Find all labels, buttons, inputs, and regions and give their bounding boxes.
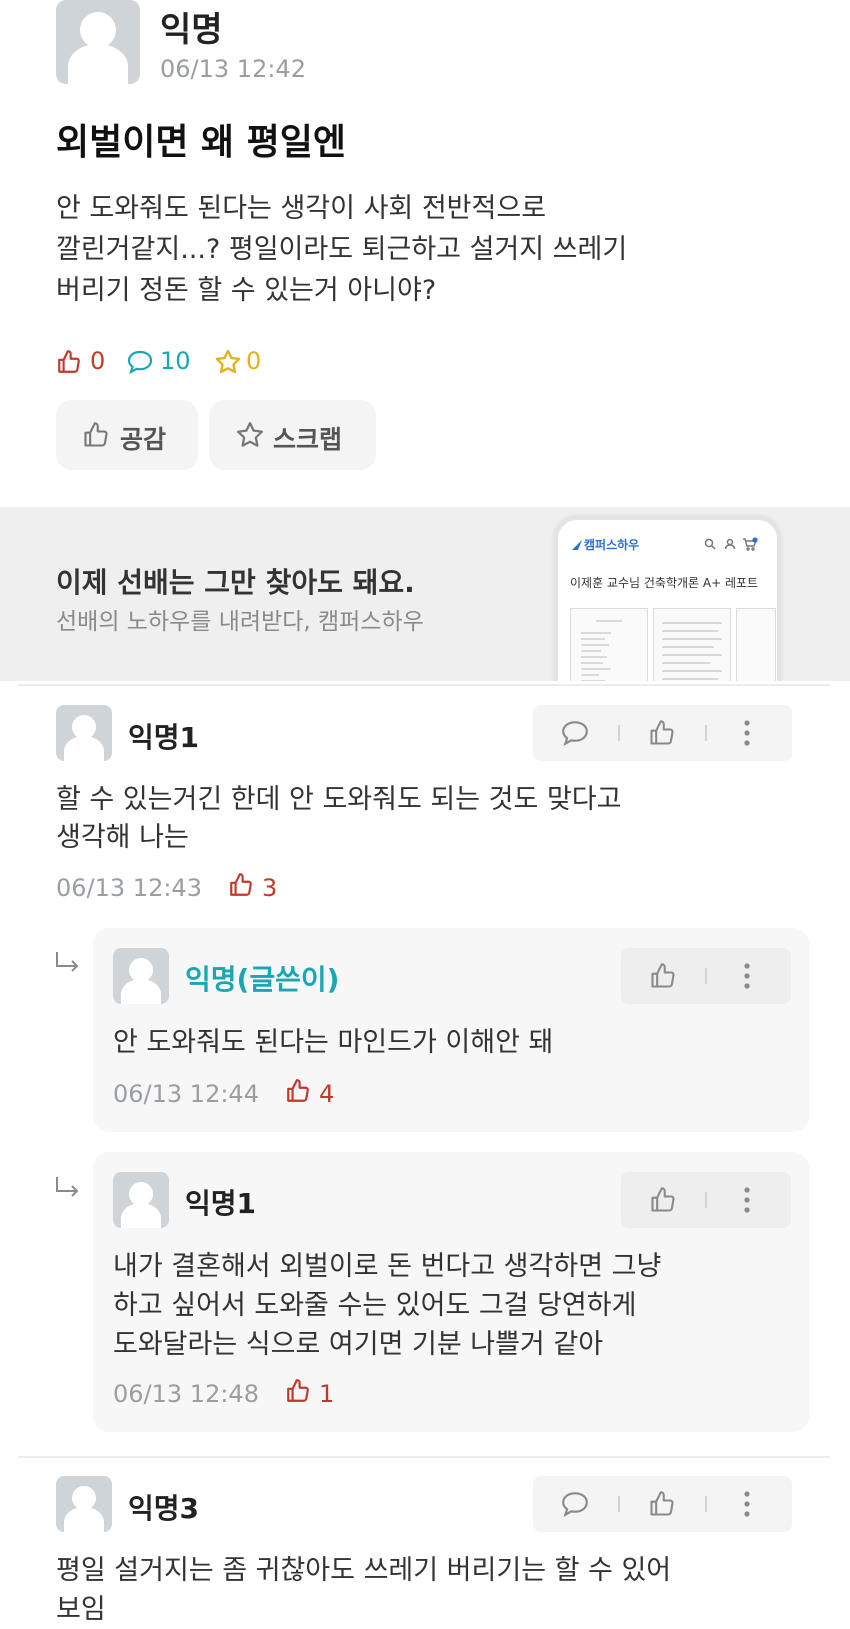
more-options-button[interactable] bbox=[743, 1490, 751, 1518]
ad-subline: 선배의 노하우를 내려받다, 캠퍼스하우 bbox=[56, 609, 424, 635]
more-vertical-icon bbox=[744, 1491, 750, 1517]
comment-text-line: 하고 싶어서 도와줄 수는 있어도 그걸 당연하게 bbox=[113, 1290, 637, 1321]
reply-card: 익명1 내가 결혼해서 외벌이로 돈 번다고 생각하면 그냥 하고 싶어서 도와… bbox=[93, 1152, 809, 1432]
more-vertical-icon bbox=[744, 963, 750, 989]
post-comment-count: 10 bbox=[160, 347, 191, 375]
post-time: 06/13 12:42 bbox=[160, 55, 306, 83]
section-divider bbox=[18, 1456, 830, 1458]
app-logo-icon bbox=[570, 538, 584, 552]
comment-like-button[interactable] bbox=[648, 719, 676, 747]
comment-icon bbox=[126, 350, 154, 374]
scrap-button[interactable]: 스크랩 bbox=[209, 400, 376, 470]
comment-icon bbox=[562, 721, 588, 746]
comment-time: 06/13 12:43 bbox=[56, 874, 202, 902]
comment-author: 익명1 bbox=[128, 721, 200, 754]
user-icon bbox=[724, 538, 736, 550]
thumbs-up-icon bbox=[228, 872, 254, 898]
comment-like-count: 3 bbox=[262, 874, 278, 902]
comment-avatar bbox=[113, 948, 169, 1004]
comment-avatar bbox=[56, 705, 112, 761]
comment-text-line: 도와달라는 식으로 여기면 기분 나쁠거 같아 bbox=[113, 1329, 604, 1360]
scrap-button-label: 스크랩 bbox=[273, 425, 343, 454]
post-author-avatar bbox=[56, 0, 140, 84]
comment-like-button[interactable] bbox=[648, 1490, 676, 1518]
section-divider bbox=[18, 684, 830, 686]
comment-action-bar bbox=[621, 1172, 791, 1228]
comment-author: 익명1 bbox=[185, 1187, 257, 1220]
thumbs-up-icon bbox=[285, 1078, 311, 1104]
doc-thumbnail bbox=[570, 608, 648, 681]
thumbs-up-icon bbox=[285, 1378, 311, 1404]
comment-like-button[interactable] bbox=[649, 962, 677, 990]
thumbs-up-icon bbox=[82, 421, 110, 449]
comment-action-bar bbox=[533, 705, 792, 761]
reply-arrow-icon bbox=[54, 1175, 82, 1201]
reply-button[interactable] bbox=[560, 720, 590, 746]
search-icon bbox=[704, 538, 716, 550]
thumbs-up-icon bbox=[650, 1491, 674, 1516]
comment-like-count: 4 bbox=[319, 1080, 335, 1108]
post-stats: 0 10 0 bbox=[56, 347, 336, 379]
ad-phone-mockup: 캠퍼스하우 이제훈 교수님 건축학개론 A+ 레포트 bbox=[555, 517, 780, 681]
comment-text-line: 평일 설거지는 좀 귀찮아도 쓰레기 버리기는 할 수 있어 bbox=[56, 1555, 672, 1586]
reply-arrow-icon bbox=[54, 950, 82, 976]
like-button-label: 공감 bbox=[120, 425, 167, 454]
comment-action-bar bbox=[621, 948, 791, 1004]
comment-icon bbox=[562, 1492, 588, 1517]
more-vertical-icon bbox=[744, 1187, 750, 1213]
post-author-name: 익명 bbox=[160, 10, 223, 50]
more-options-button[interactable] bbox=[743, 1186, 751, 1214]
comment-like-button[interactable] bbox=[649, 1186, 677, 1214]
comment-text-line: 보임 bbox=[56, 1594, 106, 1625]
star-icon bbox=[235, 420, 265, 450]
cart-icon bbox=[742, 537, 758, 551]
thumbs-up-icon bbox=[651, 963, 675, 988]
post-title: 외벌이면 왜 평일엔 bbox=[56, 122, 347, 163]
comment-avatar bbox=[113, 1172, 169, 1228]
thumbs-up-icon bbox=[56, 349, 82, 375]
more-options-button[interactable] bbox=[743, 962, 751, 990]
ad-app-name: 캠퍼스하우 bbox=[584, 538, 640, 552]
post-body-line: 안 도와줘도 된다는 생각이 사회 전반적으로 bbox=[56, 193, 547, 224]
comment-text-line: 생각해 나는 bbox=[56, 822, 189, 853]
star-icon bbox=[214, 348, 242, 376]
post-like-count: 0 bbox=[90, 347, 106, 375]
post-body-line: 버리기 정돈 할 수 있는거 아니야? bbox=[56, 275, 437, 306]
comment-text-line: 안 도와줘도 된다는 마인드가 이해안 돼 bbox=[113, 1027, 554, 1058]
comment-like-count: 1 bbox=[319, 1380, 335, 1408]
doc-thumbnail bbox=[653, 608, 731, 681]
comment-action-bar bbox=[533, 1476, 792, 1532]
more-options-button[interactable] bbox=[743, 719, 751, 747]
more-vertical-icon bbox=[744, 720, 750, 746]
ad-doc-title: 이제훈 교수님 건축학개론 A+ 레포트 bbox=[570, 576, 759, 590]
comment-avatar bbox=[56, 1476, 112, 1532]
post-scrap-count: 0 bbox=[246, 347, 262, 375]
comment-text-line: 할 수 있는거긴 한데 안 도와줘도 되는 것도 맞다고 bbox=[56, 784, 622, 815]
ad-banner[interactable]: 이제 선배는 그만 찾아도 돼요. 선배의 노하우를 내려받다, 캠퍼스하우 캠… bbox=[0, 507, 850, 681]
comment-time: 06/13 12:44 bbox=[113, 1080, 259, 1108]
thumbs-up-icon bbox=[651, 1187, 675, 1212]
comment-text-line: 내가 결혼해서 외벌이로 돈 번다고 생각하면 그냥 bbox=[113, 1251, 662, 1282]
doc-thumbnail bbox=[736, 608, 776, 681]
reply-button[interactable] bbox=[560, 1491, 590, 1517]
post-body-line: 깔린거같지...? 평일이라도 퇴근하고 설거지 쓰레기 bbox=[56, 234, 628, 265]
like-button[interactable]: 공감 bbox=[56, 400, 198, 470]
comment-time: 06/13 12:48 bbox=[113, 1380, 259, 1408]
ad-headline: 이제 선배는 그만 찾아도 돼요. bbox=[56, 566, 415, 599]
comment-author-writer: 익명(글쓴이) bbox=[185, 963, 340, 996]
comment-author: 익명3 bbox=[128, 1492, 200, 1525]
reply-card: 익명(글쓴이) 안 도와줘도 된다는 마인드가 이해안 돼 06/13 12:4… bbox=[93, 928, 809, 1132]
thumbs-up-icon bbox=[650, 720, 674, 745]
